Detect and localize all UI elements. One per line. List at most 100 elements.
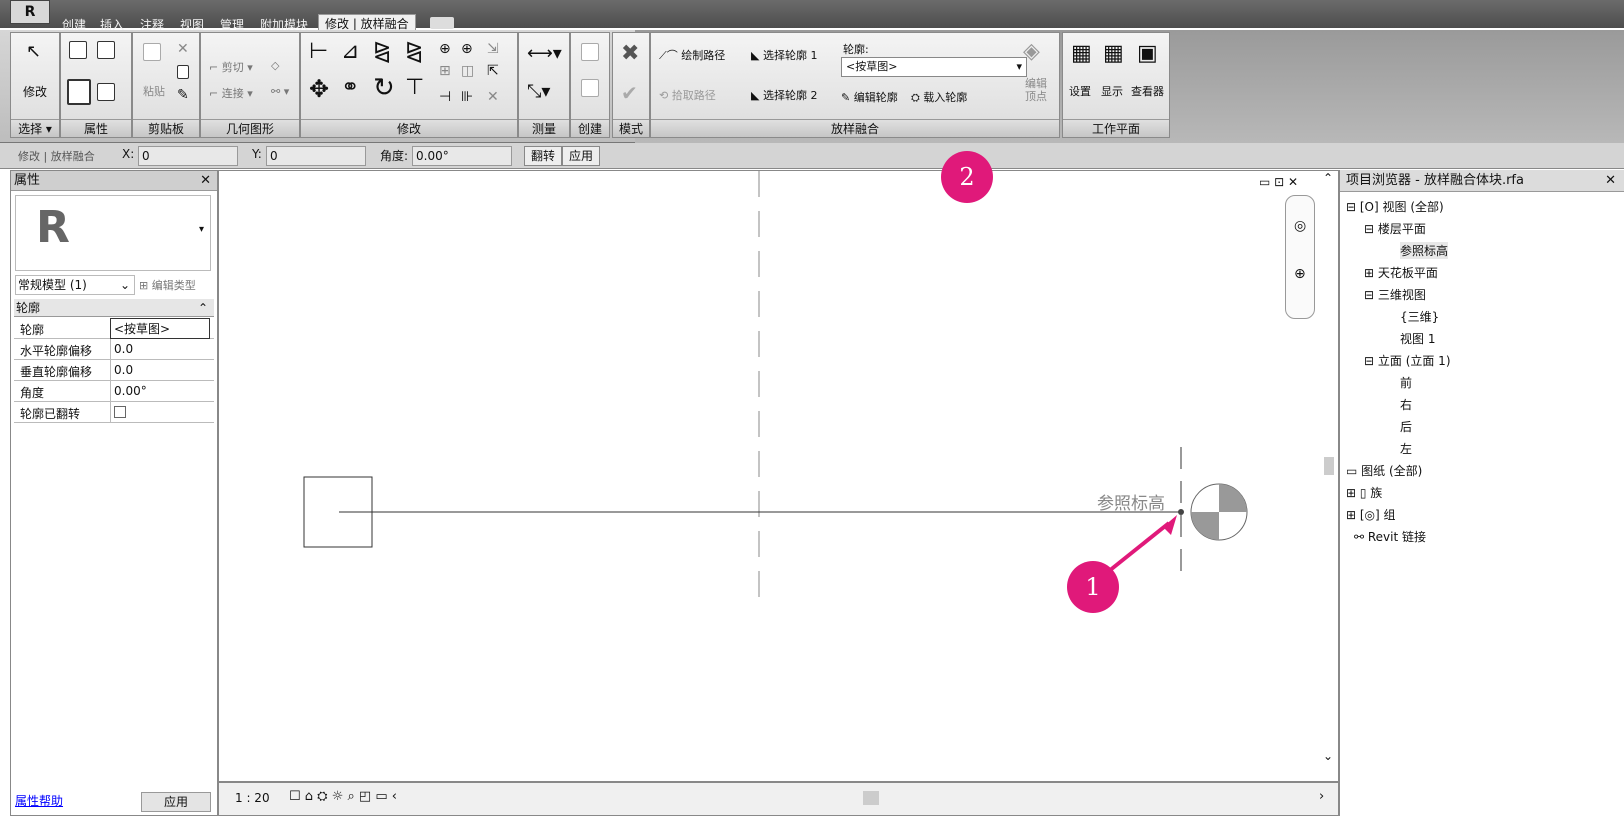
tree-item-3d-views[interactable]: ⊟ 三维视图 — [1364, 286, 1426, 303]
tree-item-families[interactable]: ⊞ ▯ 族 — [1346, 484, 1382, 501]
tree-item-right[interactable]: 右 — [1400, 396, 1412, 413]
trim-multiple-icon[interactable]: ⊪ — [461, 89, 473, 105]
pin-icon[interactable]: ⇲ — [487, 41, 499, 57]
property-value[interactable]: 0.0 — [110, 339, 210, 360]
show-workplane-label[interactable]: 显示 — [1101, 83, 1123, 99]
set-workplane-icon[interactable]: ▦ — [1071, 41, 1092, 66]
properties-group-header[interactable]: 轮廓 ⌃ — [14, 299, 214, 317]
type-properties-icon[interactable] — [97, 41, 115, 59]
tree-item-elevations[interactable]: ⊟ 立面 (立面 1) — [1364, 352, 1451, 369]
trim-icon[interactable]: ⊤ — [405, 75, 424, 100]
scroll-right-icon[interactable]: › — [1319, 789, 1324, 804]
family-category-icon[interactable] — [97, 83, 115, 101]
properties-icon[interactable] — [69, 41, 87, 59]
y-input[interactable]: 0 — [266, 146, 366, 166]
angle-input[interactable]: 0.00° — [412, 146, 512, 166]
edit-profile-button[interactable]: ✎ 编辑轮廓 — [841, 89, 898, 105]
edit-type-button[interactable]: ⊞ 编辑类型 — [139, 277, 196, 293]
unpin-icon[interactable]: ⇱ — [487, 63, 499, 79]
copy-icon[interactable] — [177, 65, 189, 79]
mirror-draw-icon[interactable]: ⧎ — [405, 39, 423, 64]
aligned-dimension-icon[interactable]: ⤡▾ — [527, 81, 550, 102]
offset-icon[interactable]: ⊿ — [341, 39, 359, 64]
edit-vertex-icon[interactable]: ◈ — [1023, 39, 1040, 64]
cut-geometry-button[interactable]: ⌐ 剪切 ▾ — [209, 59, 253, 75]
tree-item-back[interactable]: 后 — [1400, 418, 1412, 435]
mirror-axis-icon[interactable]: ⧎ — [373, 39, 391, 64]
array-icon[interactable]: ⊞ — [439, 63, 451, 79]
select-profile-2-button[interactable]: ◣ 选择轮廓 2 — [751, 87, 817, 103]
paste-label[interactable]: 粘贴 — [143, 83, 165, 99]
finish-edit-icon[interactable]: ✔ — [621, 81, 638, 105]
type-selector[interactable]: 常规模型 (1) ⌄ — [15, 275, 135, 295]
rotate-icon[interactable]: ↻ — [373, 73, 395, 103]
tab-create[interactable]: 创建 — [62, 16, 86, 32]
set-workplane-label[interactable]: 设置 — [1069, 83, 1091, 99]
tab-view[interactable]: 视图 — [180, 16, 204, 32]
profile-dropdown[interactable]: <按草图> ▾ — [841, 57, 1027, 77]
select-profile-1-button[interactable]: ◣ 选择轮廓 1 — [751, 47, 817, 63]
tree-item-3d[interactable]: {三维} — [1400, 308, 1439, 325]
tab-manage[interactable]: 管理 — [220, 16, 244, 32]
property-value[interactable]: 0.00° — [110, 381, 210, 402]
join-geometry-button[interactable]: ⌐ 连接 ▾ — [209, 85, 253, 101]
tab-annotate[interactable]: 注释 — [140, 16, 164, 32]
flip-button[interactable]: 翻转 — [524, 146, 563, 166]
tree-item-sheets[interactable]: ▭ 图纸 (全部) — [1346, 462, 1422, 479]
tab-addins[interactable]: 附加模块 — [260, 16, 308, 32]
horizontal-scrollbar-thumb[interactable] — [863, 791, 879, 805]
type-preview[interactable]: R ▾ — [15, 195, 211, 271]
scale-icon[interactable]: ◫ — [461, 63, 474, 79]
modify-button[interactable]: 修改 — [23, 83, 47, 100]
paste-icon[interactable] — [143, 43, 161, 61]
cancel-edit-icon[interactable]: ✖ — [621, 41, 639, 66]
panel-select-label[interactable]: 选择 ▾ — [11, 119, 59, 137]
tree-item-floor-plans[interactable]: ⊟ 楼层平面 — [1364, 220, 1426, 237]
align-icon[interactable]: ⊢ — [309, 39, 328, 64]
family-types-icon[interactable] — [67, 79, 91, 105]
flipped-checkbox[interactable] — [114, 406, 126, 418]
viewer-label[interactable]: 查看器 — [1131, 83, 1164, 99]
split-icon[interactable]: ⊕ — [439, 41, 451, 57]
delete-icon[interactable]: ✕ — [487, 89, 499, 105]
split-face-icon[interactable]: ⚯ ▾ — [271, 85, 289, 98]
tree-item-ref-level[interactable]: 参照标高 — [1400, 242, 1449, 259]
x-input[interactable]: 0 — [138, 146, 238, 166]
move-icon[interactable]: ✥ — [309, 75, 329, 103]
tree-item-revit-links[interactable]: ⚯ Revit 链接 — [1354, 528, 1426, 545]
tree-item-left[interactable]: 左 — [1400, 440, 1412, 457]
load-profile-button[interactable]: ⛭ 载入轮廓 — [911, 89, 967, 105]
close-icon[interactable]: ✕ — [200, 171, 211, 191]
tab-insert[interactable]: 插入 — [100, 16, 124, 32]
create-similar-icon[interactable] — [581, 43, 599, 61]
edit-vertex-label[interactable]: 编辑顶点 — [1025, 77, 1051, 103]
tree-item-front[interactable]: 前 — [1400, 374, 1412, 391]
create-group-icon[interactable] — [581, 79, 599, 97]
properties-help-link[interactable]: 属性帮助 — [15, 792, 63, 809]
copy-element-icon[interactable]: ⚭ — [341, 75, 359, 100]
property-value[interactable]: 0.0 — [110, 360, 210, 381]
trim-single-icon[interactable]: ⊣ — [439, 89, 451, 105]
close-icon[interactable]: ✕ — [1605, 170, 1616, 192]
apply-button[interactable]: 应用 — [562, 146, 601, 166]
cut-icon[interactable]: ✕ — [177, 41, 189, 57]
tree-item-groups[interactable]: ⊞ [◎] 组 — [1346, 506, 1396, 523]
split-gap-icon[interactable]: ⊕ — [461, 41, 473, 57]
properties-apply-button[interactable]: 应用 — [141, 792, 211, 812]
tree-item-views[interactable]: ⊟ [O] 视图 (全部) — [1346, 198, 1444, 215]
application-menu-button[interactable]: R — [10, 0, 50, 24]
pick-path-button[interactable]: ⟲ 拾取路径 — [659, 87, 716, 103]
drawing-canvas[interactable]: 参照标高 ▭ ⊡ ✕ ◎ ⊕ ⌃ ⌄ 2 1 — [218, 151, 1339, 782]
match-properties-icon[interactable]: ✎ — [177, 87, 189, 103]
property-value[interactable]: <按草图> — [110, 318, 210, 339]
tree-item-ceiling-plans[interactable]: ⊞ 天花板平面 — [1364, 264, 1438, 281]
measure-distance-icon[interactable]: ⟷▾ — [527, 43, 562, 64]
cope-icon[interactable]: ◇ — [271, 59, 279, 72]
workplane-viewer-icon[interactable]: ▣ — [1137, 41, 1158, 66]
tree-item-view-1[interactable]: 视图 1 — [1400, 330, 1435, 347]
view-controls-icons[interactable]: ☐ ⌂ ⛭ ☼ ⌕ ◰ ▭ ‹ — [289, 789, 397, 804]
view-scale[interactable]: 1 : 20 — [235, 791, 270, 805]
draw-path-button[interactable]: ⟋⌒ 绘制路径 — [659, 47, 725, 63]
tab-overflow-icon[interactable] — [430, 17, 454, 29]
show-workplane-icon[interactable]: ▦ — [1103, 41, 1124, 66]
